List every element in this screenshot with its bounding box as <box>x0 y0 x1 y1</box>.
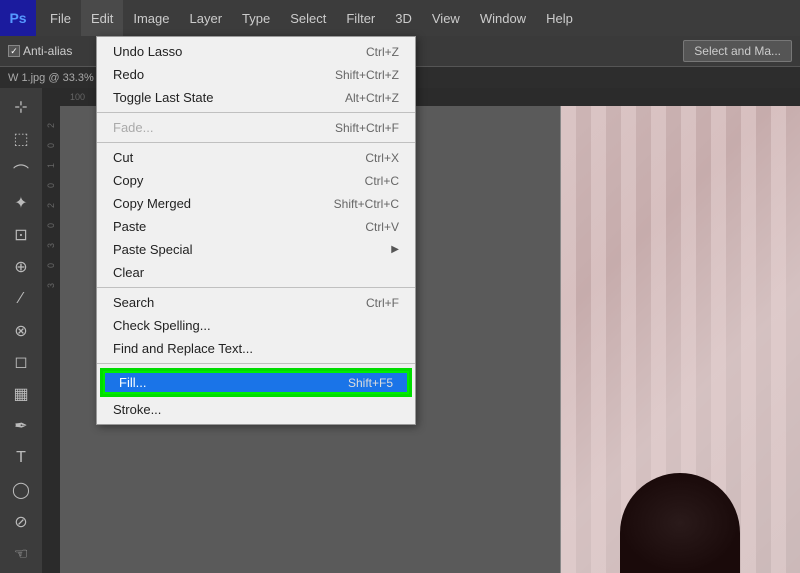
tool-crop[interactable]: ⊡ <box>5 220 37 250</box>
tool-shape[interactable]: ◯ <box>5 475 37 505</box>
menu-item-toggle-label: Toggle Last State <box>113 90 213 105</box>
menu-item-search-shortcut: Ctrl+F <box>366 296 399 310</box>
menu-item-copy-merged-shortcut: Shift+Ctrl+C <box>334 197 399 211</box>
tool-magic-wand[interactable]: ✦ <box>5 188 37 218</box>
ruler-num-6: 0 <box>46 208 56 228</box>
menu-item-search-label: Search <box>113 295 154 310</box>
menu-item-fade-shortcut: Shift+Ctrl+F <box>335 121 399 135</box>
menu-item-cut-label: Cut <box>113 150 133 165</box>
tool-brush[interactable]: ∕ <box>5 284 37 314</box>
ruler-num-5: 2 <box>46 188 56 208</box>
left-toolbar: ⊹ ⬚ ⌒ ✦ ⊡ ⊕ ∕ ⊗ ◻ ▦ ✒ T ◯ ⊘ ☜ <box>0 88 42 573</box>
tool-hand[interactable]: ☜ <box>5 539 37 569</box>
ruler-num-7: 3 <box>46 228 56 248</box>
menu-bar: Ps File Edit Image Layer Type Select Fil… <box>0 0 800 36</box>
edit-menu-section-3: Cut Ctrl+X Copy Ctrl+C Copy Merged Shift… <box>97 143 415 288</box>
menu-item-copy-merged-label: Copy Merged <box>113 196 191 211</box>
ruler-num-2: 0 <box>46 128 56 148</box>
menu-item-stroke-label: Stroke... <box>113 402 161 417</box>
ruler-num-3: 1 <box>46 148 56 168</box>
anti-alias-section: Anti-alias <box>8 44 72 58</box>
submenu-arrow-paste-special: ▶ <box>391 244 399 255</box>
tool-clone[interactable]: ⊗ <box>5 316 37 346</box>
menu-item-search[interactable]: Search Ctrl+F <box>97 291 415 314</box>
menu-filter[interactable]: Filter <box>336 0 385 36</box>
edit-menu-section-4: Search Ctrl+F Check Spelling... Find and… <box>97 288 415 364</box>
menu-item-copy-merged[interactable]: Copy Merged Shift+Ctrl+C <box>97 192 415 215</box>
menu-item-cut-shortcut: Ctrl+X <box>365 151 399 165</box>
tool-spot-heal[interactable]: ⊕ <box>5 252 37 282</box>
menu-item-paste-shortcut: Ctrl+V <box>365 220 399 234</box>
menu-item-find-replace[interactable]: Find and Replace Text... <box>97 337 415 360</box>
menu-item-redo[interactable]: Redo Shift+Ctrl+Z <box>97 63 415 86</box>
menu-file[interactable]: File <box>40 0 81 36</box>
menu-item-stroke[interactable]: Stroke... <box>97 398 415 421</box>
ruler-num-9: 3 <box>46 268 56 288</box>
menu-item-clear-label: Clear <box>113 265 144 280</box>
tool-marquee[interactable]: ⬚ <box>5 124 37 154</box>
menu-item-toggle-last-state[interactable]: Toggle Last State Alt+Ctrl+Z <box>97 86 415 109</box>
menu-items: File Edit Image Layer Type Select Filter… <box>40 0 583 36</box>
tool-text[interactable]: T <box>5 443 37 473</box>
tool-eraser[interactable]: ◻ <box>5 348 37 378</box>
menu-item-fill[interactable]: Fill... Shift+F5 <box>103 371 409 394</box>
menu-item-check-spelling-label: Check Spelling... <box>113 318 211 333</box>
left-ruler: 2 0 1 0 2 0 3 0 3 <box>42 88 60 573</box>
anti-alias-checkbox[interactable] <box>8 45 20 57</box>
menu-select[interactable]: Select <box>280 0 336 36</box>
menu-item-fill-label: Fill... <box>119 375 146 390</box>
menu-item-clear[interactable]: Clear <box>97 261 415 284</box>
menu-item-paste[interactable]: Paste Ctrl+V <box>97 215 415 238</box>
menu-item-fill-shortcut: Shift+F5 <box>348 376 393 390</box>
edit-dropdown-menu: Undo Lasso Ctrl+Z Redo Shift+Ctrl+Z Togg… <box>96 36 416 425</box>
menu-item-paste-special[interactable]: Paste Special ▶ <box>97 238 415 261</box>
menu-3d[interactable]: 3D <box>385 0 422 36</box>
menu-item-fade-label: Fade... <box>113 120 153 135</box>
anti-alias-label: Anti-alias <box>23 44 72 58</box>
menu-layer[interactable]: Layer <box>180 0 233 36</box>
menu-item-check-spelling[interactable]: Check Spelling... <box>97 314 415 337</box>
menu-type[interactable]: Type <box>232 0 280 36</box>
select-mask-button[interactable]: Select and Ma... <box>683 40 792 62</box>
edit-menu-section-1: Undo Lasso Ctrl+Z Redo Shift+Ctrl+Z Togg… <box>97 37 415 113</box>
menu-help[interactable]: Help <box>536 0 583 36</box>
tool-pen[interactable]: ✒ <box>5 411 37 441</box>
menu-item-find-replace-label: Find and Replace Text... <box>113 341 253 356</box>
edit-menu-section-2: Fade... Shift+Ctrl+F <box>97 113 415 143</box>
menu-item-undo-lasso-shortcut: Ctrl+Z <box>366 45 399 59</box>
menu-item-redo-shortcut: Shift+Ctrl+Z <box>335 68 399 82</box>
menu-item-toggle-shortcut: Alt+Ctrl+Z <box>345 91 399 105</box>
ruler-num-4: 0 <box>46 168 56 188</box>
menu-item-redo-label: Redo <box>113 67 144 82</box>
menu-view[interactable]: View <box>422 0 470 36</box>
menu-item-copy-label: Copy <box>113 173 143 188</box>
tool-lasso[interactable]: ⌒ <box>5 156 37 186</box>
menu-item-paste-special-label: Paste Special <box>113 242 193 257</box>
ps-logo: Ps <box>0 0 36 36</box>
menu-item-paste-label: Paste <box>113 219 146 234</box>
menu-item-undo-lasso-label: Undo Lasso <box>113 44 182 59</box>
edit-menu-section-5: Fill... Shift+F5 Stroke... <box>97 364 415 424</box>
tool-eyedropper[interactable]: ⊘ <box>5 507 37 537</box>
menu-window[interactable]: Window <box>470 0 536 36</box>
menu-edit[interactable]: Edit <box>81 0 123 36</box>
menu-item-undo-lasso[interactable]: Undo Lasso Ctrl+Z <box>97 40 415 63</box>
ruler-num-1: 2 <box>46 108 56 128</box>
menu-item-cut[interactable]: Cut Ctrl+X <box>97 146 415 169</box>
fill-highlight-border: Fill... Shift+F5 <box>100 368 412 397</box>
ruler-num-8: 0 <box>46 248 56 268</box>
menu-item-copy[interactable]: Copy Ctrl+C <box>97 169 415 192</box>
tool-move[interactable]: ⊹ <box>5 92 37 122</box>
menu-item-fade[interactable]: Fade... Shift+Ctrl+F <box>97 116 415 139</box>
menu-item-copy-shortcut: Ctrl+C <box>365 174 399 188</box>
menu-image[interactable]: Image <box>123 0 179 36</box>
tool-gradient[interactable]: ▦ <box>5 379 37 409</box>
